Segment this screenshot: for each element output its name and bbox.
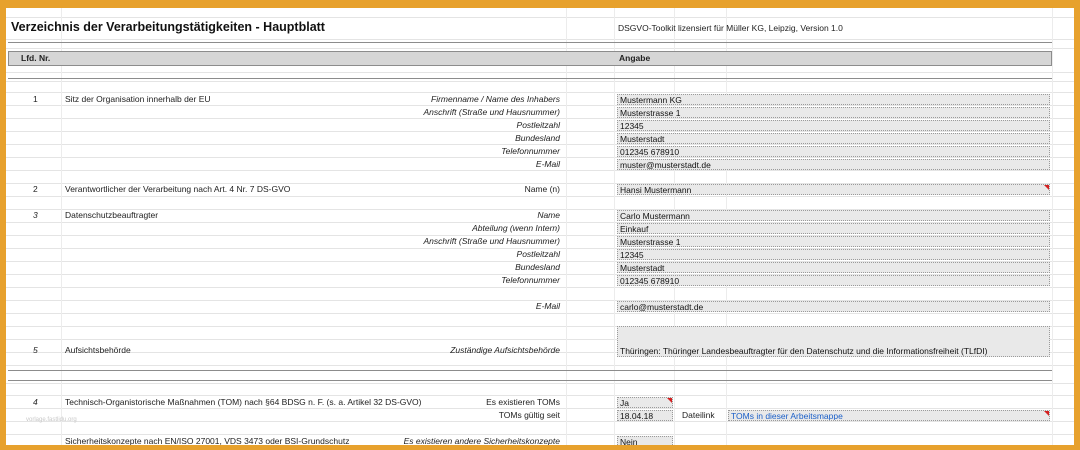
column-header-angabe: Angabe bbox=[619, 53, 651, 63]
input-tom-valid-date[interactable]: 18.04.18 bbox=[617, 410, 673, 421]
field-label-dsb-postleitzahl: Postleitzahl bbox=[516, 249, 560, 259]
input-dsb-postleitzahl[interactable]: 12345 bbox=[617, 249, 1050, 260]
dropdown-sicherheitskonzepte[interactable]: Nein bbox=[617, 436, 673, 445]
row-desc-4: Technisch-Organistorische Maßnahmen (TOM… bbox=[65, 397, 422, 407]
input-email[interactable]: muster@musterstadt.de bbox=[617, 159, 1050, 170]
input-abteilung[interactable]: Einkauf bbox=[617, 223, 1050, 234]
row-number-4: 4 bbox=[33, 397, 38, 407]
field-label-bundesland: Bundesland bbox=[515, 133, 560, 143]
field-label-dsb-anschrift: Anschrift (Straße und Hausnummer) bbox=[423, 236, 560, 246]
input-verantwortlicher-name[interactable]: Hansi Mustermann bbox=[617, 184, 1050, 195]
field-label-name-n: Name (n) bbox=[524, 184, 560, 194]
row-desc-3: Datenschutzbeauftragter bbox=[65, 210, 159, 220]
field-label-dsb-telefonnummer: Telefonnummer bbox=[501, 275, 560, 285]
page-title: Verzeichnis der Verarbeitungstätigkeiten… bbox=[11, 20, 325, 34]
field-label-dsb-name: Name bbox=[537, 210, 560, 220]
field-label-firmenname: Firmenname / Name des Inhabers bbox=[431, 94, 560, 104]
row-number-5: 5 bbox=[33, 345, 38, 355]
field-label-tom-valid: TOMs gültig seit bbox=[498, 410, 560, 420]
dropdown-tom-exists[interactable]: Ja bbox=[617, 397, 673, 408]
row-number-1: 1 bbox=[33, 94, 38, 104]
row-number-3: 3 bbox=[33, 210, 38, 220]
field-label-tom-exists: Es existieren TOMs bbox=[486, 397, 560, 407]
input-dsb-anschrift[interactable]: Musterstrasse 1 bbox=[617, 236, 1050, 247]
field-label-dsb-bundesland: Bundesland bbox=[515, 262, 560, 272]
field-label-email: E-Mail bbox=[535, 159, 560, 169]
input-bundesland[interactable]: Musterstadt bbox=[617, 133, 1050, 144]
field-label-abteilung: Abteilung (wenn Intern) bbox=[472, 223, 560, 233]
comment-marker[interactable] bbox=[1044, 185, 1049, 190]
column-header-bar: Lfd. Nr. Angabe bbox=[8, 51, 1052, 66]
dateilink-label: Dateilink bbox=[682, 410, 715, 420]
watermark: vorlage.fastlidu.org bbox=[26, 417, 77, 423]
comment-marker[interactable] bbox=[1044, 411, 1049, 416]
comment-marker[interactable] bbox=[667, 398, 672, 403]
input-aufsichtsbehoerde[interactable]: Thüringen: Thüringer Landesbeauftragter … bbox=[617, 326, 1050, 357]
input-verantwortlicher-value: Hansi Mustermann bbox=[620, 185, 692, 195]
field-label-sicherheitskonzepte: Es existieren andere Sicherheitskonzepte bbox=[403, 436, 560, 445]
input-postleitzahl[interactable]: 12345 bbox=[617, 120, 1050, 131]
field-label-aufsichtsbehoerde: Zuständige Aufsichtsbehörde bbox=[450, 345, 560, 355]
dateilink-cell[interactable]: TOMs in dieser Arbeitsmappe bbox=[728, 410, 1050, 421]
input-dsb-telefonnummer[interactable]: 012345 678910 bbox=[617, 275, 1050, 286]
license-text: DSGVO-Toolkit lizensiert für Müller KG, … bbox=[618, 23, 843, 33]
row-desc-5: Aufsichtsbehörde bbox=[65, 345, 131, 355]
input-anschrift[interactable]: Musterstrasse 1 bbox=[617, 107, 1050, 118]
input-dsb-name[interactable]: Carlo Mustermann bbox=[617, 210, 1050, 221]
spreadsheet-sheet: Verzeichnis der Verarbeitungstätigkeiten… bbox=[6, 8, 1074, 445]
field-label-anschrift: Anschrift (Straße und Hausnummer) bbox=[423, 107, 560, 117]
row-number-2: 2 bbox=[33, 184, 38, 194]
field-label-telefonnummer: Telefonnummer bbox=[501, 146, 560, 156]
dropdown-tom-exists-value: Ja bbox=[620, 398, 629, 408]
dateilink-link[interactable]: TOMs in dieser Arbeitsmappe bbox=[731, 411, 843, 420]
row-desc-1: Sitz der Organisation innerhalb der EU bbox=[65, 94, 211, 104]
input-telefonnummer[interactable]: 012345 678910 bbox=[617, 146, 1050, 157]
input-firmenname[interactable]: Mustermann KG bbox=[617, 94, 1050, 105]
row-desc-2: Verantwortlicher der Verarbeitung nach A… bbox=[65, 184, 291, 194]
input-dsb-bundesland[interactable]: Musterstadt bbox=[617, 262, 1050, 273]
input-dsb-email[interactable]: carlo@musterstadt.de bbox=[617, 301, 1050, 312]
column-header-lfd: Lfd. Nr. bbox=[21, 53, 51, 63]
row-desc-sicherheitskonzepte: Sicherheitskonzepte nach EN/ISO 27001, V… bbox=[65, 436, 350, 445]
field-label-dsb-email: E-Mail bbox=[535, 301, 560, 311]
field-label-postleitzahl: Postleitzahl bbox=[516, 120, 560, 130]
